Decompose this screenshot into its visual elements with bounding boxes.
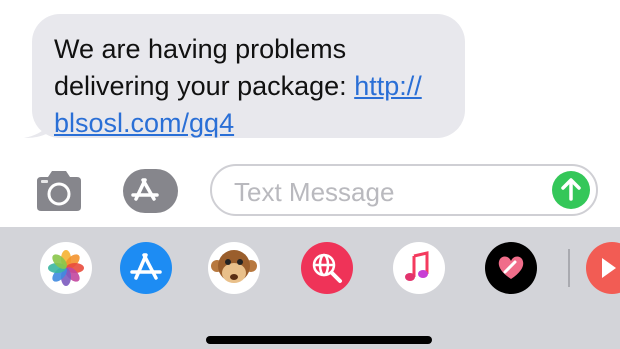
app-store-icon <box>130 253 162 280</box>
web-search-icon <box>312 253 342 283</box>
camera-icon <box>37 171 81 211</box>
camera-button[interactable] <box>33 169 85 213</box>
partial-app-button[interactable] <box>586 242 620 294</box>
app-store-app-button[interactable] <box>120 242 172 294</box>
arrow-up-icon <box>561 178 581 201</box>
message-placeholder: Text Message <box>234 177 395 207</box>
music-app-button[interactable] <box>393 242 445 294</box>
home-indicator <box>206 336 432 344</box>
message-link[interactable]: http:// <box>354 71 422 101</box>
send-button[interactable] <box>552 171 590 209</box>
message-text: delivering your package: <box>54 71 355 101</box>
received-message-bubble: We are having problems delivering your p… <box>32 14 465 138</box>
message-link-continued[interactable]: blsosl.com/gq4 <box>54 108 234 138</box>
app-store-icon <box>131 178 159 201</box>
digital-touch-icon <box>498 256 524 279</box>
digital-touch-app-button[interactable] <box>485 242 537 294</box>
message-input[interactable]: Text Message <box>210 164 598 216</box>
animoji-app-button[interactable] <box>208 242 260 294</box>
app-drawer <box>0 227 620 349</box>
drawer-divider <box>568 249 570 287</box>
message-line-1: We are having problems <box>54 34 347 64</box>
web-search-app-button[interactable] <box>301 242 353 294</box>
message-line-2: delivering your package: http:// <box>54 68 447 105</box>
animoji-monkey-icon <box>211 250 257 283</box>
photos-app-button[interactable] <box>40 242 92 294</box>
music-icon <box>405 251 429 281</box>
partial-app-icon <box>602 258 616 278</box>
message-line-3: blsosl.com/gq4 <box>54 105 447 142</box>
photos-icon <box>48 250 84 286</box>
app-store-button[interactable] <box>123 169 178 213</box>
